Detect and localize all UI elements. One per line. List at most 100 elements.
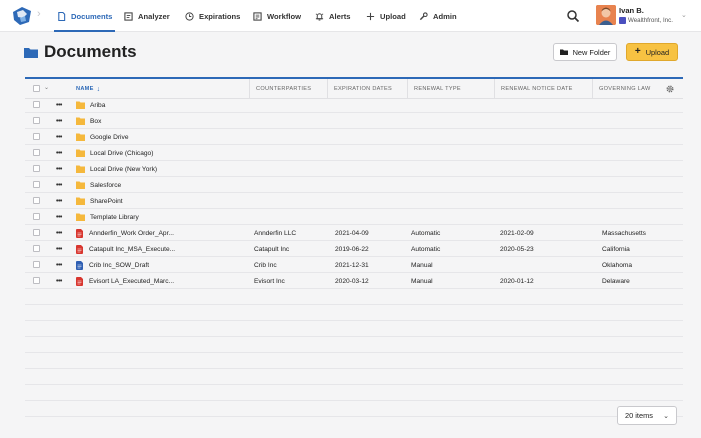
- more-actions-icon[interactable]: •••: [56, 257, 62, 273]
- folder-name[interactable]: Salesforce: [90, 182, 121, 189]
- more-actions-icon[interactable]: •••: [56, 193, 62, 209]
- new-folder-label: New Folder: [572, 47, 611, 57]
- document-row[interactable]: ••• Evisort LA_Executed_Marc... Evisort In…: [25, 273, 683, 289]
- row-checkbox[interactable]: [33, 133, 40, 140]
- nav-upload-label: Upload: [380, 11, 406, 21]
- folder-name[interactable]: Box: [90, 118, 101, 125]
- empty-row: [25, 385, 683, 401]
- expiration-cell: 2021-12-31: [335, 261, 369, 269]
- search-icon[interactable]: [566, 9, 580, 23]
- name-cell: Catapult Inc_MSA_Execute...: [76, 241, 175, 257]
- name-cell: SharePoint: [76, 193, 123, 209]
- nav-workflow[interactable]: Workflow: [253, 0, 301, 32]
- document-row[interactable]: ••• Annderfin_Work Order_Apr... Annderfin …: [25, 225, 683, 241]
- row-checkbox[interactable]: [33, 165, 40, 172]
- document-row[interactable]: ••• Catapult Inc_MSA_Execute... Catapult I…: [25, 241, 683, 257]
- page-size-select[interactable]: 20 items ⌄: [617, 406, 677, 425]
- document-name[interactable]: Crib Inc_SOW_Draft: [89, 262, 149, 269]
- row-checkbox[interactable]: [33, 197, 40, 204]
- nav-documents[interactable]: Documents: [53, 0, 116, 32]
- new-folder-button[interactable]: New Folder: [553, 43, 617, 61]
- select-all-checkbox[interactable]: [33, 85, 40, 92]
- user-menu[interactable]: Ivan B. Wealthfront, Inc. ⌄: [596, 5, 701, 27]
- column-renewal-notice[interactable]: RENEWAL NOTICE DATE: [494, 79, 592, 99]
- renewal-notice-cell: 2020-01-12: [500, 277, 534, 285]
- row-checkbox[interactable]: [33, 101, 40, 108]
- org-badge-icon: [619, 17, 626, 24]
- column-name-label: NAME: [76, 86, 94, 92]
- more-actions-icon[interactable]: •••: [56, 273, 62, 289]
- document-icon: [58, 11, 66, 21]
- folder-row[interactable]: ••• Box: [25, 113, 683, 129]
- document-name[interactable]: Annderfin_Work Order_Apr...: [89, 230, 174, 237]
- chevron-down-icon: ⌄: [663, 412, 669, 420]
- folder-name[interactable]: Local Drive (Chicago): [90, 150, 153, 157]
- document-row[interactable]: ••• Crib Inc_SOW_Draft Crib Inc 2021-12-31 M…: [25, 257, 683, 273]
- folder-icon: [76, 181, 85, 189]
- column-counterparties[interactable]: COUNTERPARTIES: [249, 79, 326, 99]
- chevron-down-icon[interactable]: ⌄: [44, 84, 49, 91]
- gear-icon[interactable]: [665, 84, 675, 94]
- column-law[interactable]: GOVERNING LAW: [592, 79, 662, 99]
- row-checkbox[interactable]: [33, 277, 40, 284]
- more-actions-icon[interactable]: •••: [56, 113, 62, 129]
- row-checkbox[interactable]: [33, 229, 40, 236]
- document-name[interactable]: Evisort LA_Executed_Marc...: [89, 278, 174, 285]
- chevron-down-icon: ⌄: [681, 12, 687, 19]
- column-name[interactable]: NAME ↓: [76, 79, 100, 99]
- folder-name[interactable]: SharePoint: [90, 198, 123, 205]
- folder-name[interactable]: Local Drive (New York): [90, 166, 157, 173]
- clock-icon: [185, 11, 194, 21]
- document-name[interactable]: Catapult Inc_MSA_Execute...: [89, 246, 175, 253]
- logo-icon[interactable]: [11, 6, 33, 26]
- more-actions-icon[interactable]: •••: [56, 97, 62, 113]
- nav-expirations[interactable]: Expirations: [185, 0, 240, 32]
- folder-row[interactable]: ••• Local Drive (New York): [25, 161, 683, 177]
- row-checkbox[interactable]: [33, 149, 40, 156]
- empty-row: [25, 321, 683, 337]
- more-actions-icon[interactable]: •••: [56, 161, 62, 177]
- nav-analyzer[interactable]: Analyzer: [124, 0, 170, 32]
- folder-row[interactable]: ••• Local Drive (Chicago): [25, 145, 683, 161]
- name-cell: Local Drive (Chicago): [76, 145, 153, 161]
- nav-workflow-label: Workflow: [267, 11, 302, 21]
- folder-name[interactable]: Template Library: [90, 214, 139, 221]
- row-checkbox[interactable]: [33, 117, 40, 124]
- user-org-label: Wealthfront, Inc.: [628, 17, 673, 24]
- row-checkbox[interactable]: [33, 261, 40, 268]
- row-checkbox[interactable]: [33, 213, 40, 220]
- more-actions-icon[interactable]: •••: [56, 145, 62, 161]
- upload-button[interactable]: + Upload: [626, 43, 678, 61]
- column-expiration[interactable]: EXPIRATION DATES: [327, 79, 407, 99]
- counterparty-cell: Crib Inc: [254, 261, 277, 269]
- more-actions-icon[interactable]: •••: [56, 129, 62, 145]
- more-actions-icon[interactable]: •••: [56, 209, 62, 225]
- row-checkbox[interactable]: [33, 181, 40, 188]
- folder-name[interactable]: Google Drive: [90, 134, 128, 141]
- renewal-type-cell: Manual: [411, 261, 433, 269]
- page-title-text: Documents: [44, 42, 137, 61]
- empty-row: [25, 401, 683, 417]
- folder-row[interactable]: ••• Template Library: [25, 209, 683, 225]
- expiration-cell: 2020-03-12: [335, 277, 369, 285]
- nav-alerts[interactable]: Alerts: [315, 0, 351, 32]
- more-actions-icon[interactable]: •••: [56, 177, 62, 193]
- folder-row[interactable]: ••• Salesforce: [25, 177, 683, 193]
- more-actions-icon[interactable]: •••: [56, 225, 62, 241]
- column-renewal-type[interactable]: RENEWAL TYPE: [407, 79, 494, 99]
- folder-icon: [559, 49, 568, 55]
- alert-icon: [315, 12, 324, 21]
- nav-admin[interactable]: Admin: [419, 0, 457, 32]
- nav-documents-label: Documents: [71, 11, 113, 21]
- folder-row[interactable]: ••• Ariba: [25, 97, 683, 113]
- governing-law-cell: Oklahoma: [602, 261, 633, 269]
- plus-icon: +: [634, 46, 641, 57]
- folder-name[interactable]: Ariba: [90, 102, 105, 109]
- more-actions-icon[interactable]: •••: [56, 241, 62, 257]
- row-checkbox[interactable]: [33, 245, 40, 252]
- name-cell: Annderfin_Work Order_Apr...: [76, 225, 174, 241]
- folder-row[interactable]: ••• SharePoint: [25, 193, 683, 209]
- table-header: ⌄ NAME ↓ COUNTERPARTIES EXPIRATION DATES…: [25, 79, 683, 99]
- folder-row[interactable]: ••• Google Drive: [25, 129, 683, 145]
- nav-upload[interactable]: Upload: [366, 0, 406, 32]
